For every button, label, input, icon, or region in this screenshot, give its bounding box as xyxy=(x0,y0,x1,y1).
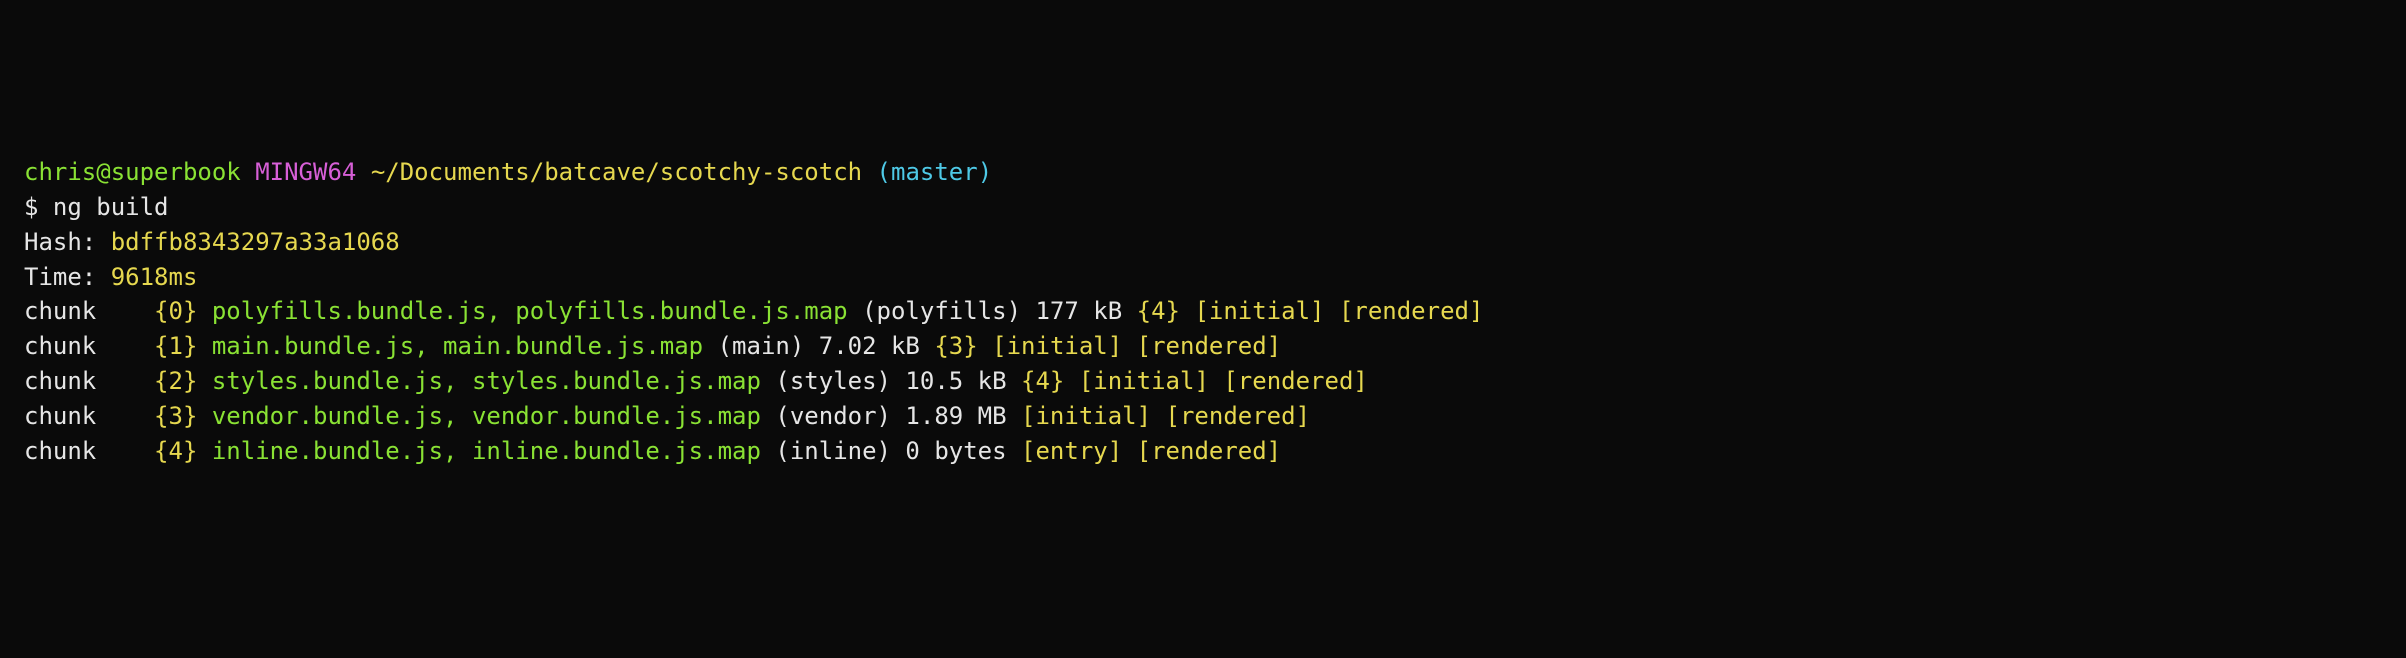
chunk-index: {1} xyxy=(154,332,197,360)
prompt-branch: (master) xyxy=(877,158,993,186)
chunk-meta: (polyfills) 177 kB xyxy=(862,297,1122,325)
chunk-label: chunk xyxy=(24,332,96,360)
chunk-files: styles.bundle.js, styles.bundle.js.map xyxy=(212,367,761,395)
chunk-tag: [rendered] xyxy=(1339,297,1484,325)
hash-label: Hash: xyxy=(24,228,111,256)
hash-line: Hash: bdffb8343297a33a1068 xyxy=(24,225,2382,260)
chunk-meta: (styles) 10.5 kB xyxy=(775,367,1006,395)
chunk-line: chunk {0} polyfills.bundle.js, polyfills… xyxy=(24,294,2382,329)
terminal-output: chris@superbook MINGW64 ~/Documents/batc… xyxy=(24,155,2382,468)
chunk-line: chunk {4} inline.bundle.js, inline.bundl… xyxy=(24,434,2382,469)
chunk-index: {4} xyxy=(154,437,197,465)
chunk-tag: [rendered] xyxy=(1137,437,1282,465)
command-text: ng build xyxy=(53,193,169,221)
chunk-index: {3} xyxy=(154,402,197,430)
chunk-line: chunk {1} main.bundle.js, main.bundle.js… xyxy=(24,329,2382,364)
chunk-deps: {4} xyxy=(1021,367,1064,395)
chunk-tag: [rendered] xyxy=(1223,367,1368,395)
chunk-tag: [rendered] xyxy=(1137,332,1282,360)
chunk-files: inline.bundle.js, inline.bundle.js.map xyxy=(212,437,761,465)
chunk-tag: [entry] xyxy=(1021,437,1122,465)
chunk-tag: [initial] xyxy=(1194,297,1324,325)
prompt-env: MINGW64 xyxy=(255,158,356,186)
chunk-label: chunk xyxy=(24,367,96,395)
chunk-tag: [rendered] xyxy=(1166,402,1311,430)
chunk-line: chunk {3} vendor.bundle.js, vendor.bundl… xyxy=(24,399,2382,434)
command-line: $ ng build xyxy=(24,190,2382,225)
prompt-symbol: $ xyxy=(24,193,53,221)
chunk-tag: [initial] xyxy=(1079,367,1209,395)
time-label: Time: xyxy=(24,263,111,291)
chunk-files: main.bundle.js, main.bundle.js.map xyxy=(212,332,703,360)
chunk-files: polyfills.bundle.js, polyfills.bundle.js… xyxy=(212,297,848,325)
chunk-line: chunk {2} styles.bundle.js, styles.bundl… xyxy=(24,364,2382,399)
chunk-meta: (inline) 0 bytes xyxy=(775,437,1006,465)
chunk-deps: {4} xyxy=(1137,297,1180,325)
time-line: Time: 9618ms xyxy=(24,260,2382,295)
chunk-files: vendor.bundle.js, vendor.bundle.js.map xyxy=(212,402,761,430)
chunk-deps: {3} xyxy=(934,332,977,360)
chunk-index: {0} xyxy=(154,297,197,325)
chunk-label: chunk xyxy=(24,297,96,325)
prompt-user: chris xyxy=(24,158,96,186)
chunk-tag: [initial] xyxy=(1021,402,1151,430)
chunk-label: chunk xyxy=(24,437,96,465)
time-value: 9618ms xyxy=(111,263,198,291)
chunk-meta: (vendor) 1.89 MB xyxy=(775,402,1006,430)
prompt-host: superbook xyxy=(111,158,241,186)
chunk-label: chunk xyxy=(24,402,96,430)
prompt-path: ~/Documents/batcave/scotchy-scotch xyxy=(371,158,862,186)
chunk-meta: (main) 7.02 kB xyxy=(718,332,920,360)
hash-value: bdffb8343297a33a1068 xyxy=(111,228,400,256)
at-symbol: @ xyxy=(96,158,110,186)
chunk-index: {2} xyxy=(154,367,197,395)
prompt-line: chris@superbook MINGW64 ~/Documents/batc… xyxy=(24,155,2382,190)
chunk-tag: [initial] xyxy=(992,332,1122,360)
